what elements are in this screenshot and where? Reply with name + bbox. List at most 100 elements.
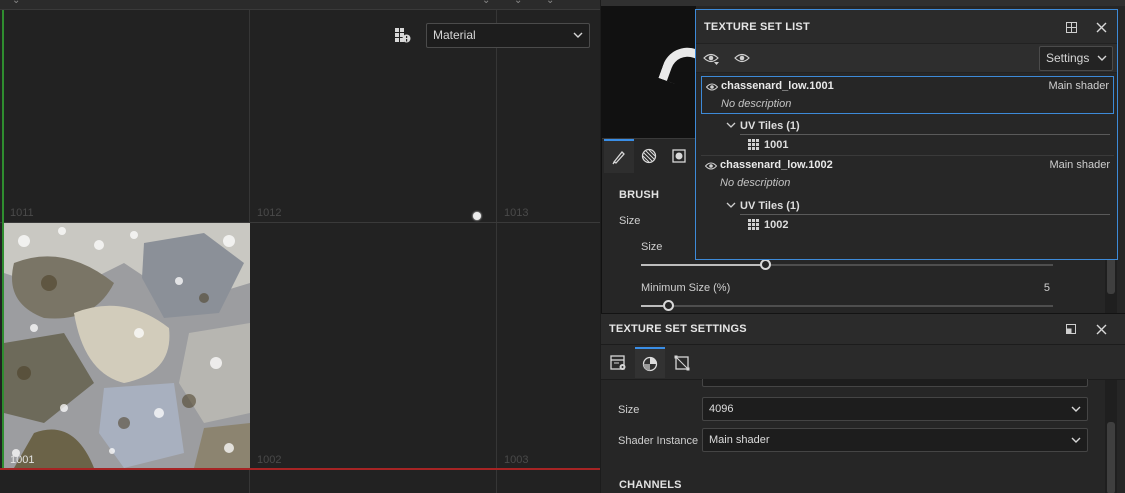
texture-set-shader[interactable]: Main shader [1048, 80, 1109, 92]
settings-dropdown-value: Settings [1046, 51, 1090, 65]
size-field-label: Size [618, 404, 640, 416]
float-icon [1066, 324, 1076, 334]
close-icon [1096, 324, 1106, 334]
chevron-down-icon[interactable]: ⌄ [546, 0, 554, 6]
tile-label-1011: 1011 [10, 207, 34, 219]
uv-group-divider [740, 134, 1110, 135]
texture-set-name: chassenard_low.1001 [721, 80, 834, 92]
texture-set-settings-title: TEXTURE SET SETTINGS [609, 323, 747, 335]
channels-section-title: CHANNELS [619, 479, 682, 491]
min-size-slider-handle[interactable] [663, 300, 674, 311]
chevron-down-icon [573, 32, 583, 38]
tile-label-1002: 1002 [257, 454, 282, 466]
grid-line [496, 10, 497, 493]
uv-tile-item[interactable]: 1002 [748, 217, 868, 233]
visibility-eye-icon[interactable] [705, 161, 717, 171]
uv-tile-label: 1002 [764, 219, 789, 231]
shader-instance-label: Shader Instance [618, 435, 699, 447]
tile-label-1012: 1012 [257, 207, 282, 219]
texture-set-list-toolbar: Settings [696, 43, 1117, 73]
uv-tile-grid-icon [748, 219, 759, 230]
uv-tiles-label: UV Tiles (1) [740, 120, 800, 132]
close-icon [1096, 22, 1106, 32]
chevron-down-icon[interactable]: ⌄ [482, 0, 490, 6]
settings-sheet-icon [609, 354, 625, 370]
chevron-down-icon[interactable] [726, 201, 736, 209]
close-button[interactable] [1093, 321, 1109, 337]
settings-scrollbar[interactable] [1105, 380, 1117, 493]
min-size-slider-track[interactable] [641, 305, 1053, 307]
texture-set-shader[interactable]: Main shader [1049, 159, 1110, 171]
uv-viewport[interactable]: ⌄ ⌄ ⌄ ⌄ 1011 1012 1013 1001 1002 1003 Ma… [0, 0, 600, 493]
tile-label-1013: 1013 [504, 207, 529, 219]
size-label: Size [641, 241, 663, 253]
min-size-label: Minimum Size (%) [641, 282, 731, 294]
material-ball-icon [641, 148, 657, 164]
texture-set-settings-header: TEXTURE SET SETTINGS [601, 314, 1125, 344]
resolution-dropdown[interactable]: 4096 [702, 397, 1088, 421]
texture-set-row[interactable]: chassenard_low.1001 Main shader No descr… [701, 76, 1114, 114]
texture-set-row[interactable]: chassenard_low.1002 Main shader No descr… [701, 156, 1114, 194]
brush-icon [612, 151, 625, 165]
tab-uv-layout[interactable] [667, 347, 697, 378]
min-size-value: 5 [1043, 282, 1050, 294]
float-panel-button[interactable] [1063, 321, 1079, 337]
uv-group-divider [740, 214, 1110, 215]
size-slider-handle[interactable] [760, 259, 771, 270]
uv-layout-icon [674, 355, 690, 370]
brush-cursor [473, 212, 481, 220]
size-group-label: Size [619, 215, 641, 227]
tile-label-1003: 1003 [504, 454, 529, 466]
texture-set-settings-tabs [601, 344, 1125, 380]
size-slider-fill [641, 264, 765, 266]
viewport-top-strip: ⌄ ⌄ ⌄ ⌄ [0, 0, 600, 10]
settings-scrollbar-thumb[interactable] [1107, 422, 1115, 493]
texture-set-list-header: TEXTURE SET LIST [696, 10, 1117, 43]
viewport-mode-value: Material [433, 28, 476, 42]
texture-set-description: No description [721, 98, 792, 110]
stencil-icon [672, 149, 686, 163]
tab-brush[interactable] [604, 139, 634, 173]
tab-material[interactable] [634, 139, 664, 173]
chevron-down-icon [1071, 437, 1081, 443]
viewport-mode-dropdown[interactable]: Material [426, 23, 590, 48]
chevron-down-icon[interactable]: ⌄ [514, 0, 522, 6]
texture-set-list-panel: TEXTURE SET LIST Settings chassenard_low… [695, 9, 1118, 260]
settings-dropdown[interactable]: Settings [1039, 46, 1113, 71]
chevron-down-icon[interactable] [726, 121, 736, 129]
uv-tiles-label: UV Tiles (1) [740, 200, 800, 212]
brush-stroke-preview [658, 40, 696, 92]
uv-tile-label: 1001 [764, 139, 789, 151]
hide-all-icon[interactable] [703, 50, 721, 66]
chevron-down-icon [1071, 406, 1081, 412]
uv-tile-item[interactable]: 1001 [748, 137, 868, 153]
close-button[interactable] [1093, 19, 1109, 35]
dock-icon [1065, 21, 1077, 33]
shader-instance-dropdown[interactable]: Main shader [702, 428, 1088, 452]
min-size-slider-fill [641, 305, 663, 307]
tile-label-1001: 1001 [10, 454, 35, 466]
texture-set-settings-body: Size 4096 Shader Instance Main shader CH… [601, 379, 1105, 493]
texture-set-list-title: TEXTURE SET LIST [704, 21, 810, 33]
v-axis-line [2, 10, 4, 470]
3d-viewport-preview[interactable] [602, 6, 696, 138]
texture-set-settings-panel: TEXTURE SET SETTINGS Size 4096 Shader In… [601, 313, 1125, 493]
uv-tile-grid-icon [748, 139, 759, 150]
tab-texture-set-settings[interactable] [603, 347, 633, 378]
u-axis-line [0, 468, 600, 470]
tab-stencil[interactable] [664, 139, 694, 173]
uv-texture-preview [4, 223, 250, 468]
tab-mesh-maps[interactable] [635, 347, 665, 378]
brush-section-title: BRUSH [619, 189, 660, 201]
isolate-icon[interactable] [733, 50, 751, 66]
display-settings-icon[interactable] [393, 27, 411, 45]
visibility-eye-icon[interactable] [706, 82, 718, 92]
chevron-down-icon[interactable]: ⌄ [12, 0, 20, 6]
properties-tabs [602, 138, 696, 174]
resolution-value: 4096 [709, 403, 734, 415]
texture-set-description: No description [720, 177, 791, 189]
mesh-maps-icon [642, 356, 658, 371]
partial-field[interactable] [702, 379, 1088, 387]
chevron-down-icon [1097, 55, 1107, 61]
dock-toggle-button[interactable] [1063, 19, 1079, 35]
